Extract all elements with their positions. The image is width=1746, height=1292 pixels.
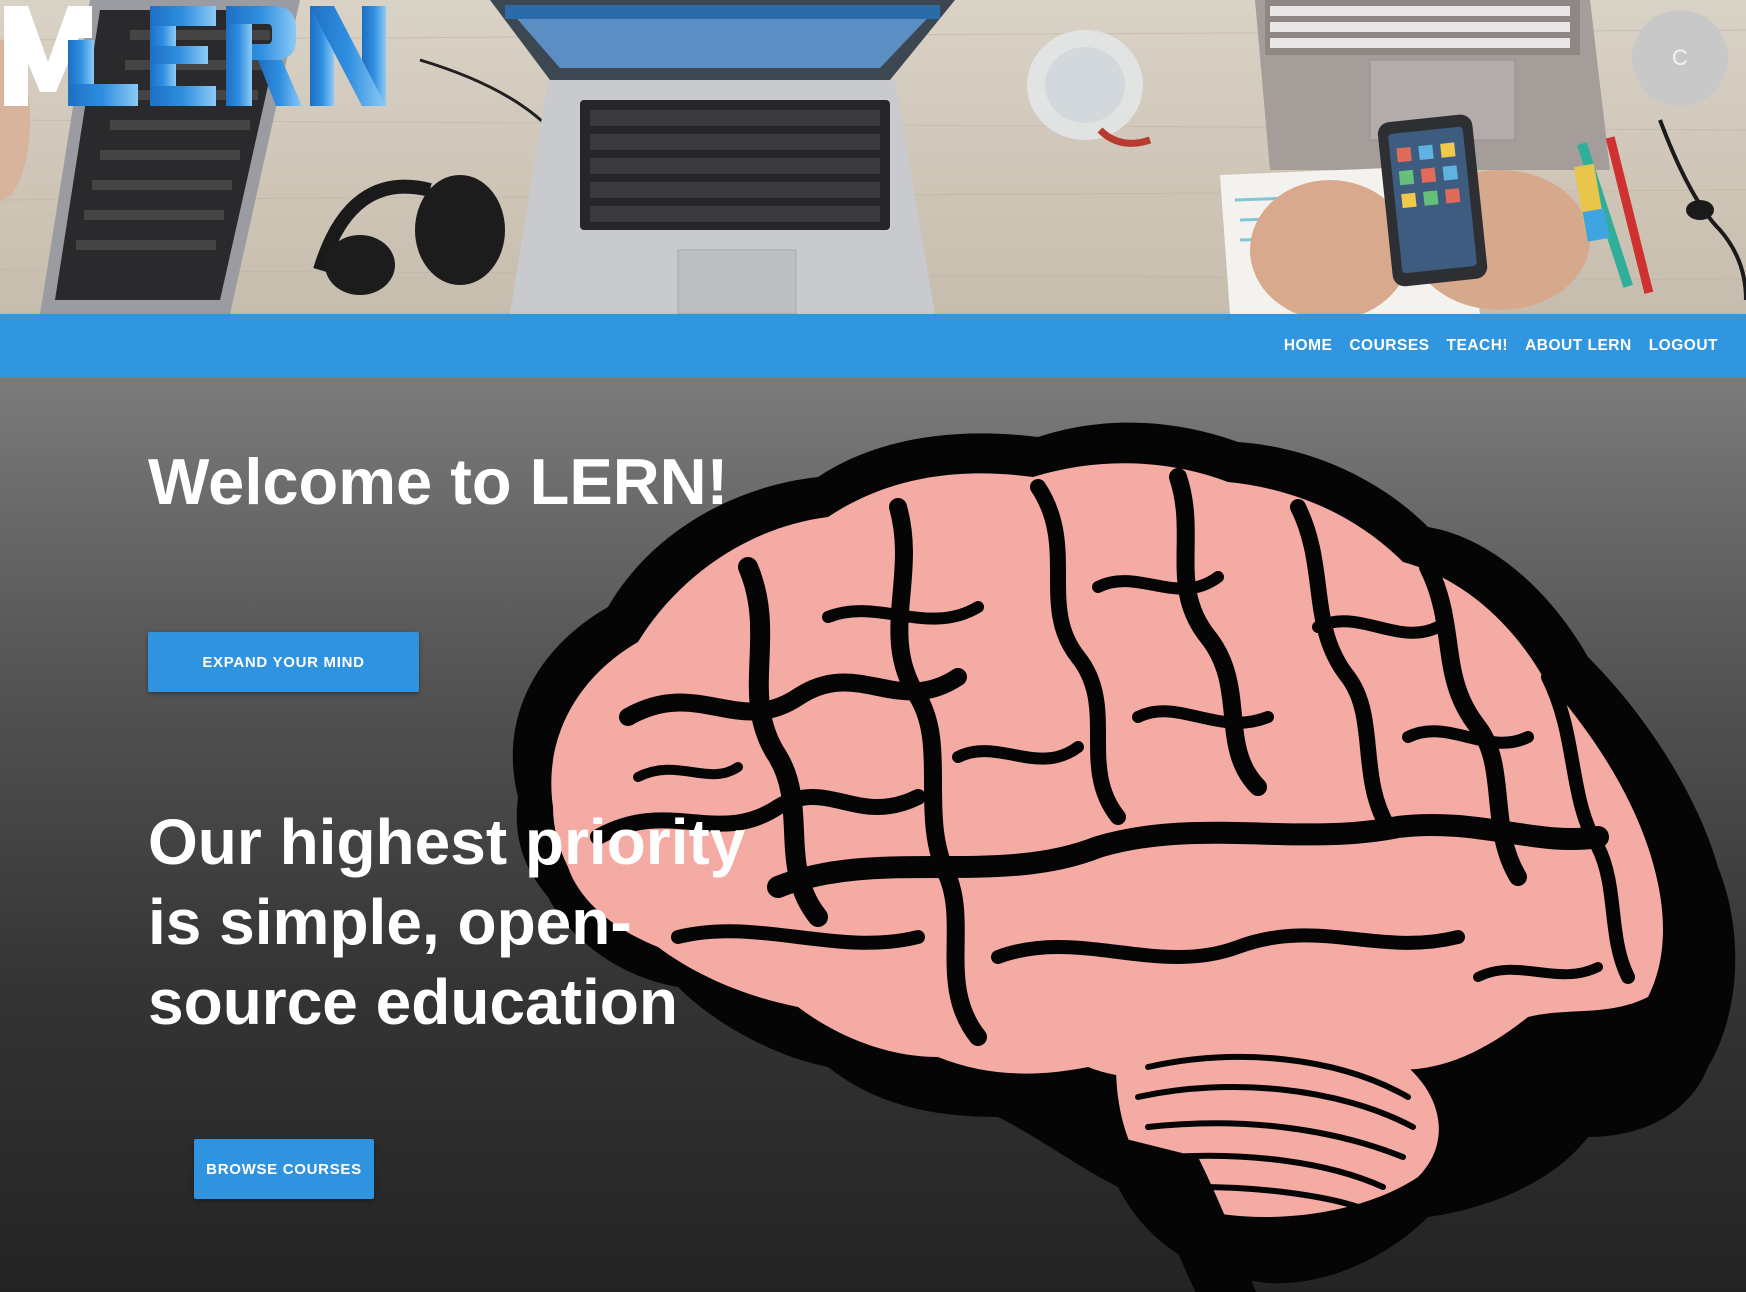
nav-about[interactable]: ABOUT LERN [1525,337,1632,355]
hero-section: Welcome to LERN! EXPAND YOUR MIND Our hi… [0,377,1746,1292]
user-avatar[interactable]: C [1632,10,1728,106]
page: C HOME COURSES TEACH! ABOUT LERN LOGOUT [0,0,1746,1292]
expand-your-mind-button[interactable]: EXPAND YOUR MIND [148,632,419,692]
nav-logout[interactable]: LOGOUT [1649,337,1718,355]
hero-title: Welcome to LERN! [148,445,729,518]
nav-home[interactable]: HOME [1284,337,1333,355]
nav-teach[interactable]: TEACH! [1447,337,1509,355]
nav-courses[interactable]: COURSES [1349,337,1429,355]
hero-subtitle: Our highest priority is simple, open-sou… [148,806,746,1038]
main-navbar: HOME COURSES TEACH! ABOUT LERN LOGOUT [0,314,1746,377]
nav-links: HOME COURSES TEACH! ABOUT LERN LOGOUT [1267,314,1718,377]
header-banner: C [0,0,1746,314]
browse-courses-button[interactable]: BROWSE COURSES [194,1139,374,1199]
lern-logo[interactable] [0,0,392,108]
